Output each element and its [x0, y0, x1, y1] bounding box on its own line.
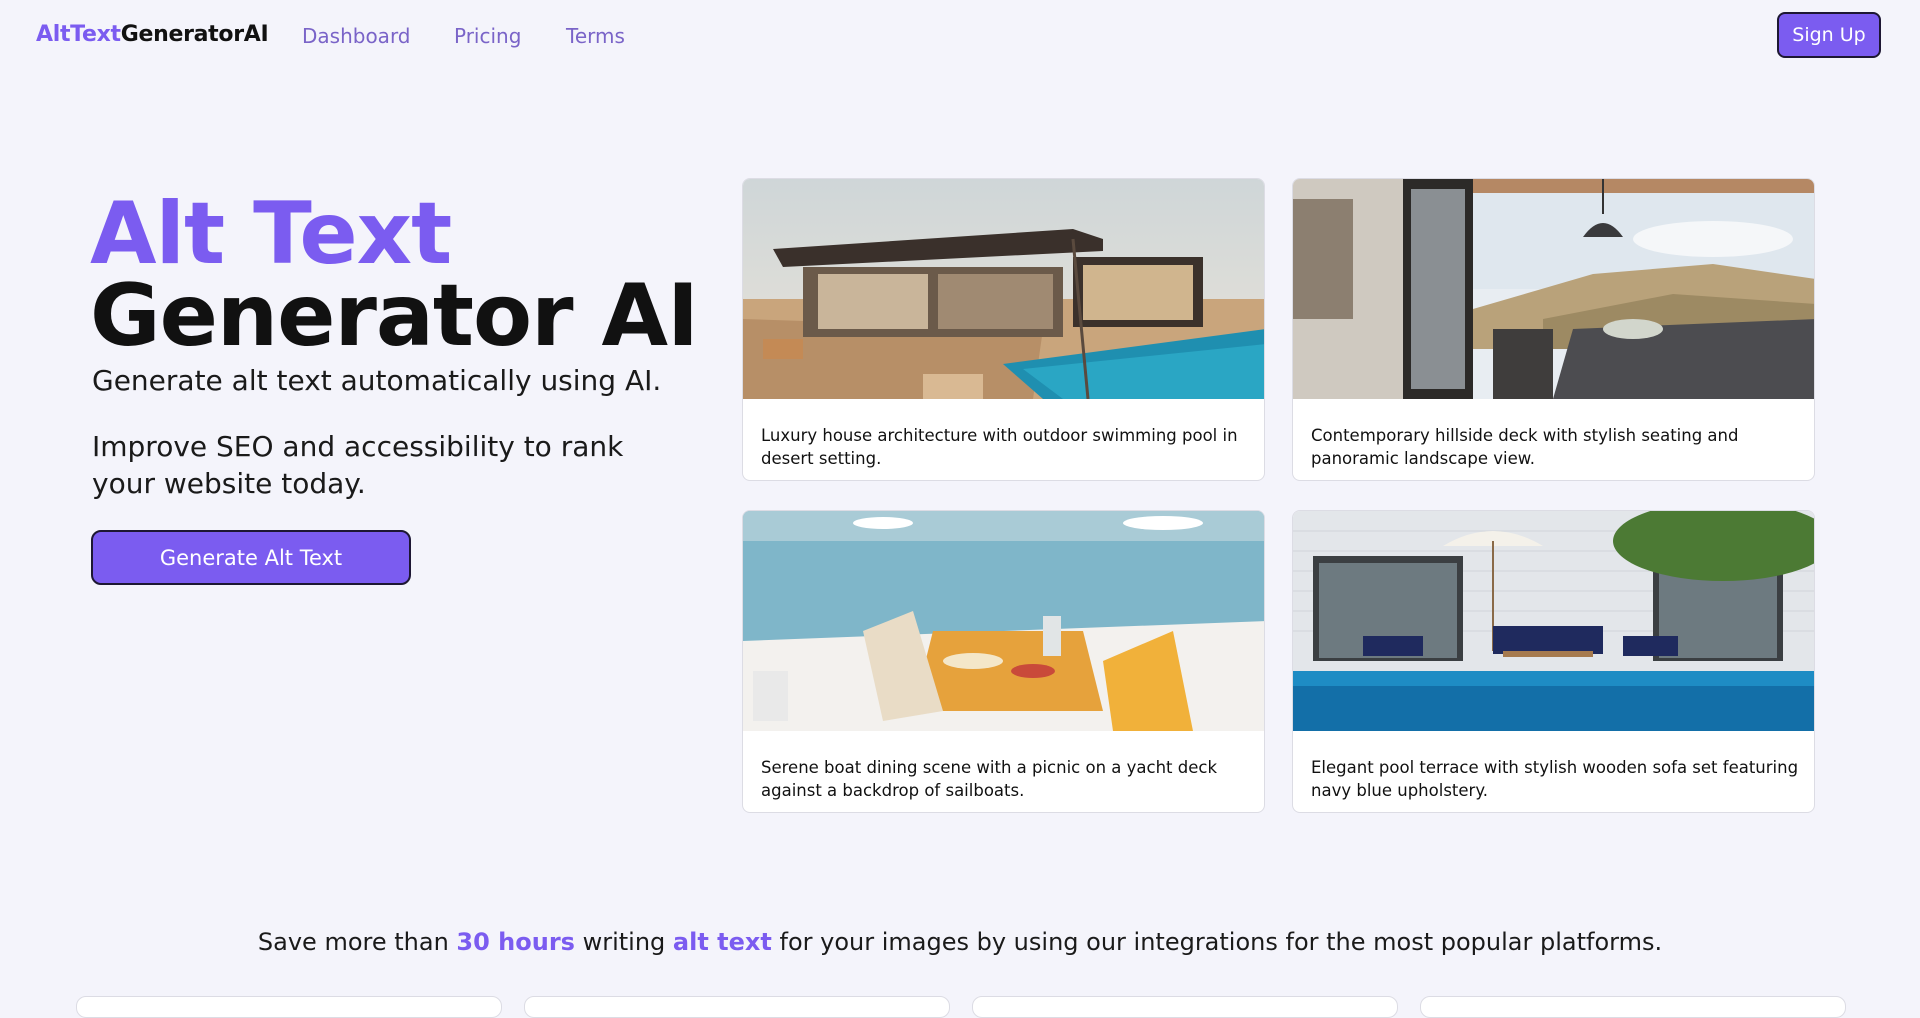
top-nav: AltTextGeneratorAI Dashboard Pricing Ter… [0, 0, 1920, 72]
generate-alt-text-button[interactable]: Generate Alt Text [91, 530, 411, 585]
integration-card[interactable] [76, 996, 502, 1018]
integration-card[interactable] [1420, 996, 1846, 1018]
card-caption: Contemporary hillside deck with stylish … [1311, 426, 1739, 468]
integration-card[interactable] [972, 996, 1398, 1018]
savings-statement: Save more than 30 hours writing alt text… [0, 928, 1920, 956]
pool-terrace-image [1293, 511, 1814, 731]
boat-dining-image [743, 511, 1264, 731]
desert-house-image [743, 179, 1264, 399]
integration-card[interactable] [524, 996, 950, 1018]
logo-part-generatorai: GeneratorAI [120, 22, 269, 47]
card-caption: Elegant pool terrace with stylish wooden… [1311, 758, 1799, 800]
hero-title-line2: Generator AI [90, 266, 699, 366]
card-caption: Serene boat dining scene with a picnic o… [761, 758, 1218, 800]
nav-link-pricing[interactable]: Pricing [454, 24, 521, 48]
sign-up-button[interactable]: Sign Up [1777, 12, 1881, 58]
hero-body: Improve SEO and accessibility to rank yo… [92, 430, 624, 500]
nav-link-dashboard[interactable]: Dashboard [302, 24, 411, 48]
savings-text-2: writing [574, 928, 673, 956]
hillside-deck-image [1293, 179, 1814, 399]
example-card-pool-terrace: Elegant pool terrace with stylish wooden… [1292, 510, 1815, 813]
example-card-desert-house: Luxury house architecture with outdoor s… [742, 178, 1265, 481]
nav-link-terms[interactable]: Terms [566, 24, 625, 48]
hero-subtitle: Generate alt text automatically using AI… [92, 364, 662, 397]
savings-text-3: for your images by using our integration… [771, 928, 1663, 956]
savings-text-1: Save more than [257, 928, 457, 956]
savings-highlight-alt-text: alt text [672, 928, 772, 956]
example-card-hillside-deck: Contemporary hillside deck with stylish … [1292, 178, 1815, 481]
savings-highlight-hours: 30 hours [456, 928, 575, 956]
card-caption: Luxury house architecture with outdoor s… [761, 426, 1238, 468]
site-logo[interactable]: AltTextGeneratorAI [36, 22, 269, 47]
example-card-boat-dining: Serene boat dining scene with a picnic o… [742, 510, 1265, 813]
logo-part-alttext: AltText [36, 22, 121, 47]
